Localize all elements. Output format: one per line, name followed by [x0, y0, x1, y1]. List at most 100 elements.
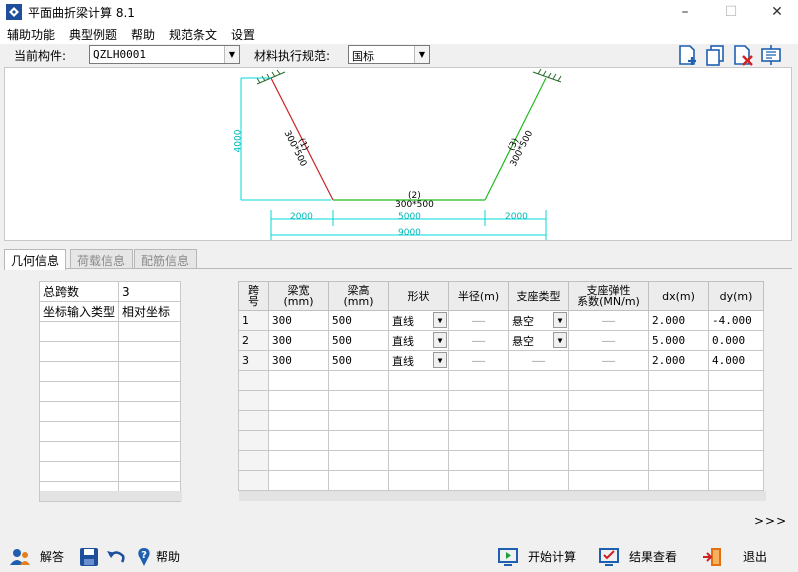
close-button[interactable]: ✕ [759, 0, 795, 24]
copy-icon[interactable] [704, 44, 726, 66]
empty-cell [448, 470, 509, 491]
cell-height[interactable]: 500 [328, 310, 389, 331]
empty-cell [118, 321, 181, 342]
cell-radius: —— [448, 350, 509, 371]
empty-cell [568, 430, 649, 451]
empty-cell [568, 470, 649, 491]
table-row [238, 430, 764, 451]
cell-width[interactable]: 300 [268, 330, 329, 351]
cell-dy[interactable]: -4.000 [708, 310, 764, 331]
total-dim-label: 9000 [398, 228, 421, 238]
table-row [238, 370, 764, 391]
menu-codes[interactable]: 规范条文 [169, 26, 217, 43]
left-support-icon [256, 69, 286, 85]
table-row: 总跨数 3 [39, 281, 181, 302]
col-width: 梁宽 (mm) [268, 281, 329, 311]
save-icon[interactable] [79, 547, 99, 567]
material-select[interactable]: 国标 ▼ [348, 45, 430, 64]
delete-icon[interactable] [732, 44, 754, 66]
table-row [39, 401, 181, 422]
left-grid-scrollbar[interactable] [40, 491, 182, 501]
empty-cell [328, 390, 389, 411]
app-logo-icon [6, 4, 22, 20]
start-calc-label: 开始计算 [528, 550, 577, 564]
cell-height[interactable]: 500 [328, 330, 389, 351]
empty-cell [508, 430, 569, 451]
empty-cell [708, 370, 764, 391]
add-icon[interactable] [677, 44, 699, 66]
support-value: 悬空 [512, 314, 534, 328]
empty-cell [708, 450, 764, 471]
empty-cell [118, 361, 181, 382]
menu-bar: 辅助功能 典型例题 帮助 规范条文 设置 [0, 24, 798, 44]
empty-cell [39, 421, 119, 442]
results-icon [599, 548, 619, 566]
empty-cell [388, 430, 449, 451]
span-count-value[interactable]: 3 [118, 281, 181, 302]
help-icon: ? [138, 548, 150, 566]
chevron-down-icon[interactable]: ▼ [433, 332, 447, 348]
chevron-down-icon[interactable]: ▼ [553, 332, 567, 348]
menu-assist[interactable]: 辅助功能 [7, 26, 55, 43]
empty-cell [388, 410, 449, 431]
tab-geometry[interactable]: 几何信息 [4, 249, 66, 270]
chevron-down-icon[interactable]: ▼ [433, 352, 447, 368]
cell-dy[interactable]: 4.000 [708, 350, 764, 371]
menu-help[interactable]: 帮助 [131, 26, 155, 43]
cell-shape[interactable]: 直线 ▼ [388, 350, 449, 371]
empty-cell [568, 450, 649, 471]
undo-icon[interactable] [106, 547, 126, 567]
cell-support-stiffness: —— [568, 310, 649, 331]
cell-dx[interactable]: 2.000 [648, 350, 709, 371]
main-grid-scrollbar[interactable] [239, 491, 766, 501]
component-select[interactable]: QZLH0001 ▼ [89, 45, 240, 64]
table-row [39, 341, 181, 362]
cell-dx[interactable]: 2.000 [648, 310, 709, 331]
geometry-grid: 跨号 梁宽 (mm) 梁高 (mm) 形状 半径(m) 支座类型 支座弹性 系数… [238, 281, 764, 491]
tab-reinforcement[interactable]: 配筋信息 [134, 249, 197, 269]
table-row: 1 300 500 直线 ▼ —— 悬空 ▼ —— 2.000 -4.000 [238, 310, 764, 331]
cell-support-stiffness: —— [568, 330, 649, 351]
maximize-button[interactable]: ☐ [713, 0, 749, 24]
table-row [39, 321, 181, 342]
header-row: 跨号 梁宽 (mm) 梁高 (mm) 形状 半径(m) 支座类型 支座弹性 系数… [238, 281, 764, 311]
chevron-down-icon[interactable]: ▼ [433, 312, 447, 328]
col-support-stiffness: 支座弹性 系数(MN/m) [568, 281, 649, 311]
cell-shape[interactable]: 直线 ▼ [388, 310, 449, 331]
empty-cell [268, 430, 329, 451]
cell-width[interactable]: 300 [268, 350, 329, 371]
cell-support-type[interactable]: 悬空 ▼ [508, 310, 569, 331]
empty-cell [448, 430, 509, 451]
coord-type-value[interactable]: 相对坐标 [118, 301, 181, 322]
menu-examples[interactable]: 典型例题 [69, 26, 117, 43]
empty-cell [648, 410, 709, 431]
table-row [39, 421, 181, 442]
empty-cell [508, 470, 569, 491]
empty-cell [328, 410, 389, 431]
table-row [238, 410, 764, 431]
empty-cell [568, 390, 649, 411]
empty-cell [648, 390, 709, 411]
cell-shape[interactable]: 直线 ▼ [388, 330, 449, 351]
tab-loads[interactable]: 荷载信息 [70, 249, 133, 269]
cell-dy[interactable]: 0.000 [708, 330, 764, 351]
cell-height[interactable]: 500 [328, 350, 389, 371]
table-row [238, 450, 764, 471]
cell-support-type[interactable]: 悬空 ▼ [508, 330, 569, 351]
empty-cell [39, 321, 119, 342]
cell-dx[interactable]: 5.000 [648, 330, 709, 351]
window-title: 平面曲折梁计算 8.1 [28, 6, 135, 20]
export-icon[interactable] [760, 44, 782, 66]
dim-label-3: 2000 [505, 212, 528, 222]
dim-label-1: 2000 [290, 212, 313, 222]
empty-cell [118, 441, 181, 462]
menu-settings[interactable]: 设置 [231, 26, 255, 43]
drawing-canvas[interactable]: 4000 2000 5000 2000 9000 (1) 300*500 (2) 3… [4, 67, 792, 241]
minimize-button[interactable]: – [667, 0, 703, 24]
more-button[interactable]: >>> [754, 514, 787, 528]
table-row [39, 361, 181, 382]
svg-text:?: ? [141, 550, 147, 561]
empty-cell [708, 390, 764, 411]
chevron-down-icon[interactable]: ▼ [553, 312, 567, 328]
cell-width[interactable]: 300 [268, 310, 329, 331]
